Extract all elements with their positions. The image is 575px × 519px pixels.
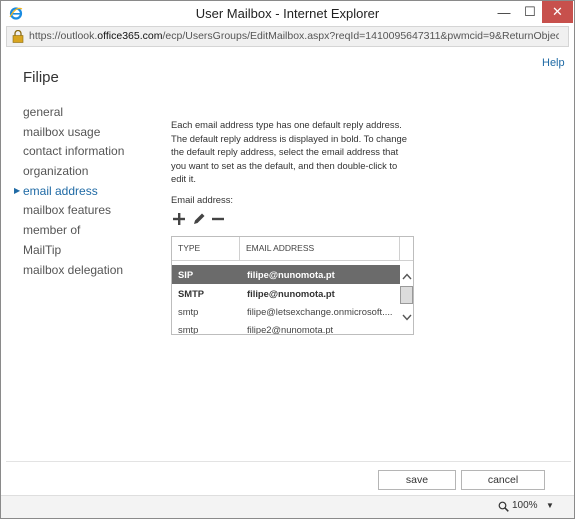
help-link[interactable]: Help — [542, 57, 565, 69]
nav-item-contact-information[interactable]: contact information — [23, 143, 124, 163]
nav-item-email-address-label: email address — [23, 183, 98, 198]
column-divider — [239, 237, 240, 260]
grid-scrollbar[interactable] — [399, 262, 413, 334]
row-type: SIP — [178, 269, 194, 280]
zoom-level[interactable]: 100% — [512, 500, 538, 511]
chevron-up-icon[interactable] — [400, 270, 413, 282]
cancel-button[interactable]: cancel — [461, 470, 545, 490]
page-title: Filipe — [23, 69, 59, 86]
email-address-grid: TYPE EMAIL ADDRESS SIP filipe@nunomota.p… — [171, 236, 414, 335]
row-address: filipe@nunomota.pt — [247, 288, 335, 299]
column-divider — [399, 237, 400, 260]
row-type: SMTP — [178, 288, 205, 299]
nav-item-mailbox-delegation[interactable]: mailbox delegation — [23, 262, 124, 282]
close-window-button[interactable]: ✕ — [542, 1, 573, 23]
footer-divider — [6, 461, 571, 462]
nav-item-general[interactable]: general — [23, 104, 124, 124]
chevron-down-icon[interactable]: ▼ — [546, 501, 554, 510]
table-row[interactable]: smtp filipe2@nunomota.pt — [172, 320, 400, 335]
nav-item-mailbox-usage[interactable]: mailbox usage — [23, 124, 124, 144]
table-row[interactable]: SIP filipe@nunomota.pt — [172, 265, 400, 284]
selected-arrow-icon: ▶ — [14, 185, 21, 195]
minus-icon[interactable] — [210, 211, 226, 227]
row-address: filipe@letsexchange.onmicrosoft.... — [247, 306, 393, 317]
ie-window: User Mailbox - Internet Explorer — ☐ ✕ h… — [0, 0, 575, 519]
minimize-button[interactable]: — — [490, 1, 518, 23]
address-bar[interactable]: https://outlook.office365.com/ecp/UsersG… — [6, 26, 569, 47]
nav-item-email-address[interactable]: ▶ email address — [14, 183, 124, 203]
row-address: filipe@nunomota.pt — [247, 269, 335, 280]
url-domain: office365.com — [97, 30, 163, 42]
chevron-down-icon[interactable] — [400, 311, 413, 323]
table-row[interactable]: SMTP filipe@nunomota.pt — [172, 284, 400, 303]
row-type: smtp — [178, 306, 199, 317]
row-address: filipe2@nunomota.pt — [247, 324, 334, 335]
magnifier-icon — [498, 501, 509, 512]
nav-item-mailtip[interactable]: MailTip — [23, 242, 124, 262]
status-bar: 100% ▼ — [1, 495, 574, 518]
column-header-email-address[interactable]: EMAIL ADDRESS — [246, 237, 314, 260]
lock-icon — [12, 30, 24, 43]
url-suffix: /ecp/UsersGroups/EditMailbox.aspx?reqId=… — [162, 30, 559, 42]
url-text: https://outlook.office365.com/ecp/UsersG… — [29, 30, 559, 42]
add-icon[interactable] — [171, 211, 187, 227]
pencil-icon[interactable] — [191, 211, 207, 227]
window-title: User Mailbox - Internet Explorer — [195, 6, 380, 21]
email-address-description: Each email address type has one default … — [171, 119, 407, 185]
grid-header: TYPE EMAIL ADDRESS — [172, 237, 413, 261]
column-header-type[interactable]: TYPE — [178, 237, 200, 260]
title-bar: User Mailbox - Internet Explorer — ☐ ✕ — [1, 1, 574, 26]
nav-item-mailbox-features[interactable]: mailbox features — [23, 202, 124, 222]
nav-item-member-of[interactable]: member of — [23, 222, 124, 242]
sidebar-nav: general mailbox usage contact informatio… — [14, 104, 124, 282]
email-address-label: Email address: — [171, 194, 234, 205]
table-row[interactable]: smtp filipe@letsexchange.onmicrosoft.... — [172, 302, 400, 321]
row-type: smtp — [178, 324, 199, 335]
nav-item-organization[interactable]: organization — [23, 163, 124, 183]
save-button[interactable]: save — [378, 470, 456, 490]
scrollbar-thumb[interactable] — [400, 286, 413, 304]
maximize-button[interactable]: ☐ — [516, 1, 544, 23]
url-prefix: https://outlook. — [29, 30, 98, 42]
